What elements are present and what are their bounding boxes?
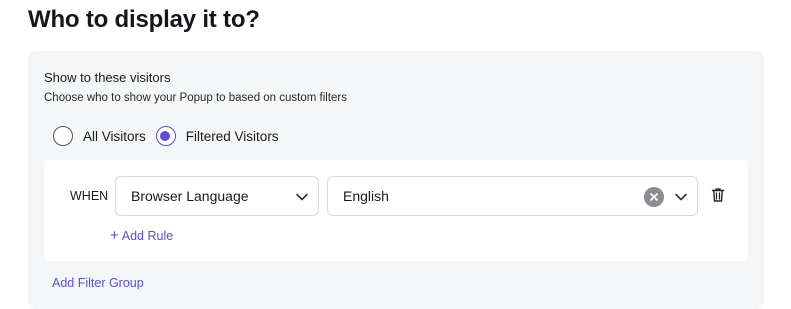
radio-label-filtered-visitors: Filtered Visitors [185, 128, 279, 144]
filter-group-card: WHEN Browser Language English + Add Rule [44, 160, 748, 261]
trash-icon[interactable] [710, 187, 726, 203]
add-filter-group-button[interactable]: Add Filter Group [52, 276, 144, 290]
when-label: WHEN [70, 189, 109, 203]
close-icon[interactable] [644, 187, 664, 207]
add-rule-button[interactable]: + Add Rule [110, 228, 173, 243]
rule-field-select[interactable]: Browser Language [115, 176, 319, 216]
radio-label-all-visitors: All Visitors [83, 128, 146, 144]
rule-field-value: Browser Language [131, 188, 249, 204]
plus-icon: + [110, 227, 119, 244]
visitor-radio-group: All Visitors Filtered Visitors [53, 125, 279, 147]
section-title: Show to these visitors [44, 70, 171, 85]
radio-filtered-visitors[interactable]: Filtered Visitors [155, 126, 279, 146]
rule-value-select[interactable]: English [327, 176, 698, 216]
radio-all-visitors[interactable]: All Visitors [53, 126, 146, 146]
chevron-down-icon[interactable] [295, 190, 309, 204]
radio-unchecked-icon[interactable] [53, 126, 73, 146]
add-rule-label: Add Rule [121, 228, 174, 243]
page-title: Who to display it to? [28, 6, 260, 33]
rule-value-text: English [343, 188, 389, 204]
chevron-down-icon[interactable] [674, 190, 688, 204]
section-description: Choose who to show your Popup to based o… [44, 92, 348, 104]
radio-checked-icon[interactable] [155, 126, 176, 146]
visitor-filter-panel: Show to these visitors Choose who to sho… [28, 51, 764, 309]
